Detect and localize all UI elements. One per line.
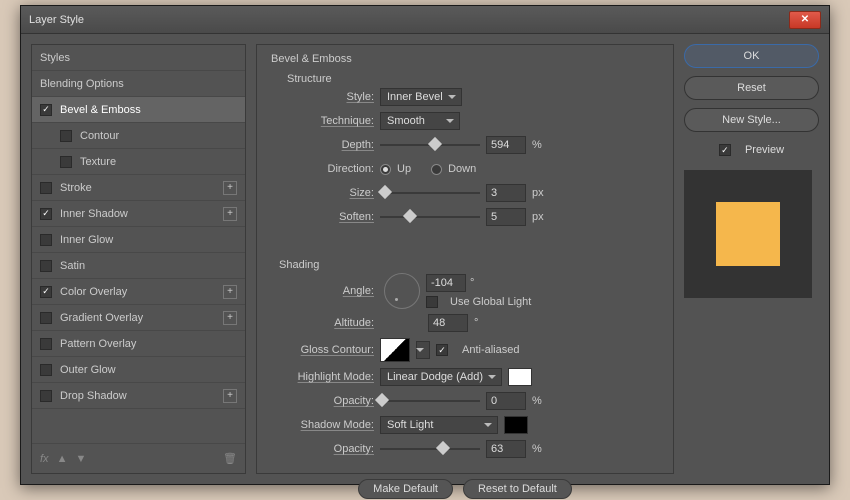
depth-input[interactable]: 594 [486,136,526,154]
trash-icon[interactable]: 🗑 [223,452,237,465]
layer-style-dialog: Layer Style ✕ Styles Blending Options Be… [20,5,830,485]
technique-label: Technique: [279,115,374,127]
sidebar-item-contour[interactable]: Contour [32,123,245,149]
highlight-opacity-input[interactable]: 0 [486,392,526,410]
checkbox-icon[interactable] [40,364,52,376]
checkbox-icon[interactable] [40,286,52,298]
sidebar-item-gradient-overlay[interactable]: Gradient Overlay + [32,305,245,331]
checkbox-icon[interactable] [40,208,52,220]
preview-label: Preview [745,144,784,156]
right-column: OK Reset New Style... Preview [684,44,819,474]
technique-select[interactable]: Smooth [380,112,460,130]
close-button[interactable]: ✕ [789,11,821,29]
size-slider[interactable] [380,186,480,200]
depth-slider[interactable] [380,138,480,152]
direction-down-radio[interactable] [431,164,442,175]
antialiased-label: Anti-aliased [462,344,519,356]
sidebar-blending-options[interactable]: Blending Options [32,71,245,97]
shadow-color-swatch[interactable] [504,416,528,434]
shadow-opacity-label: Opacity: [279,443,374,455]
highlight-mode-label: Highlight Mode: [279,371,374,383]
soften-slider[interactable] [380,210,480,224]
arrow-down-icon[interactable]: ▼ [75,453,86,465]
checkbox-icon[interactable] [60,156,72,168]
altitude-input[interactable]: 48 [428,314,468,332]
sidebar-item-drop-shadow[interactable]: Drop Shadow + [32,383,245,409]
angle-input[interactable]: -104 [426,274,466,292]
ok-button[interactable]: OK [684,44,819,68]
direction-label: Direction: [279,163,374,175]
titlebar[interactable]: Layer Style ✕ [21,6,829,34]
highlight-opacity-label: Opacity: [279,395,374,407]
sidebar-item-outer-glow[interactable]: Outer Glow [32,357,245,383]
shadow-mode-label: Shadow Mode: [279,419,374,431]
sidebar-item-bevel-emboss[interactable]: Bevel & Emboss [32,97,245,123]
checkbox-icon[interactable] [40,260,52,272]
checkbox-icon[interactable] [60,130,72,142]
bevel-group-title: Bevel & Emboss [271,53,659,65]
plus-icon[interactable]: + [223,181,237,195]
reset-default-button[interactable]: Reset to Default [463,479,572,499]
sidebar-item-inner-shadow[interactable]: Inner Shadow + [32,201,245,227]
checkbox-icon[interactable] [40,234,52,246]
sidebar-item-stroke[interactable]: Stroke + [32,175,245,201]
antialiased-checkbox[interactable] [436,344,448,356]
shadow-opacity-slider[interactable] [380,442,480,456]
plus-icon[interactable]: + [223,285,237,299]
sidebar-item-inner-glow[interactable]: Inner Glow [32,227,245,253]
window-title: Layer Style [29,14,84,26]
checkbox-icon[interactable] [40,338,52,350]
preview-checkbox[interactable] [719,144,731,156]
sidebar-item-color-overlay[interactable]: Color Overlay + [32,279,245,305]
arrow-up-icon[interactable]: ▲ [57,453,68,465]
plus-icon[interactable]: + [223,207,237,221]
new-style-button[interactable]: New Style... [684,108,819,132]
direction-up-radio[interactable] [380,164,391,175]
shading-title: Shading [279,259,651,271]
size-input[interactable]: 3 [486,184,526,202]
angle-label: Angle: [279,285,374,297]
highlight-mode-select[interactable]: Linear Dodge (Add) [380,368,502,386]
global-light-label: Use Global Light [450,296,531,308]
settings-panel: Bevel & Emboss Structure Style: Inner Be… [256,44,674,474]
highlight-color-swatch[interactable] [508,368,532,386]
checkbox-icon[interactable] [40,312,52,324]
make-default-button[interactable]: Make Default [358,479,453,499]
highlight-opacity-slider[interactable] [380,394,480,408]
shadow-opacity-input[interactable]: 63 [486,440,526,458]
checkbox-icon[interactable] [40,182,52,194]
soften-label: Soften: [279,211,374,223]
styles-sidebar: Styles Blending Options Bevel & Emboss C… [31,44,246,474]
sidebar-styles-header[interactable]: Styles [32,45,245,71]
fx-icon[interactable]: fx [40,453,49,465]
gloss-contour-dropdown[interactable] [416,341,430,359]
style-label: Style: [279,91,374,103]
size-label: Size: [279,187,374,199]
style-select[interactable]: Inner Bevel [380,88,462,106]
structure-title: Structure [287,73,651,85]
plus-icon[interactable]: + [223,389,237,403]
shadow-mode-select[interactable]: Soft Light [380,416,498,434]
plus-icon[interactable]: + [223,311,237,325]
global-light-checkbox[interactable] [426,296,438,308]
gloss-contour-picker[interactable] [380,338,410,362]
sidebar-item-texture[interactable]: Texture [32,149,245,175]
depth-label: Depth: [279,139,374,151]
soften-input[interactable]: 5 [486,208,526,226]
checkbox-icon[interactable] [40,104,52,116]
sidebar-item-pattern-overlay[interactable]: Pattern Overlay [32,331,245,357]
reset-button[interactable]: Reset [684,76,819,100]
checkbox-icon[interactable] [40,390,52,402]
preview-thumbnail [684,170,812,298]
altitude-label: Altitude: [279,317,374,329]
gloss-label: Gloss Contour: [279,344,374,356]
sidebar-item-satin[interactable]: Satin [32,253,245,279]
angle-wheel[interactable] [384,273,420,309]
